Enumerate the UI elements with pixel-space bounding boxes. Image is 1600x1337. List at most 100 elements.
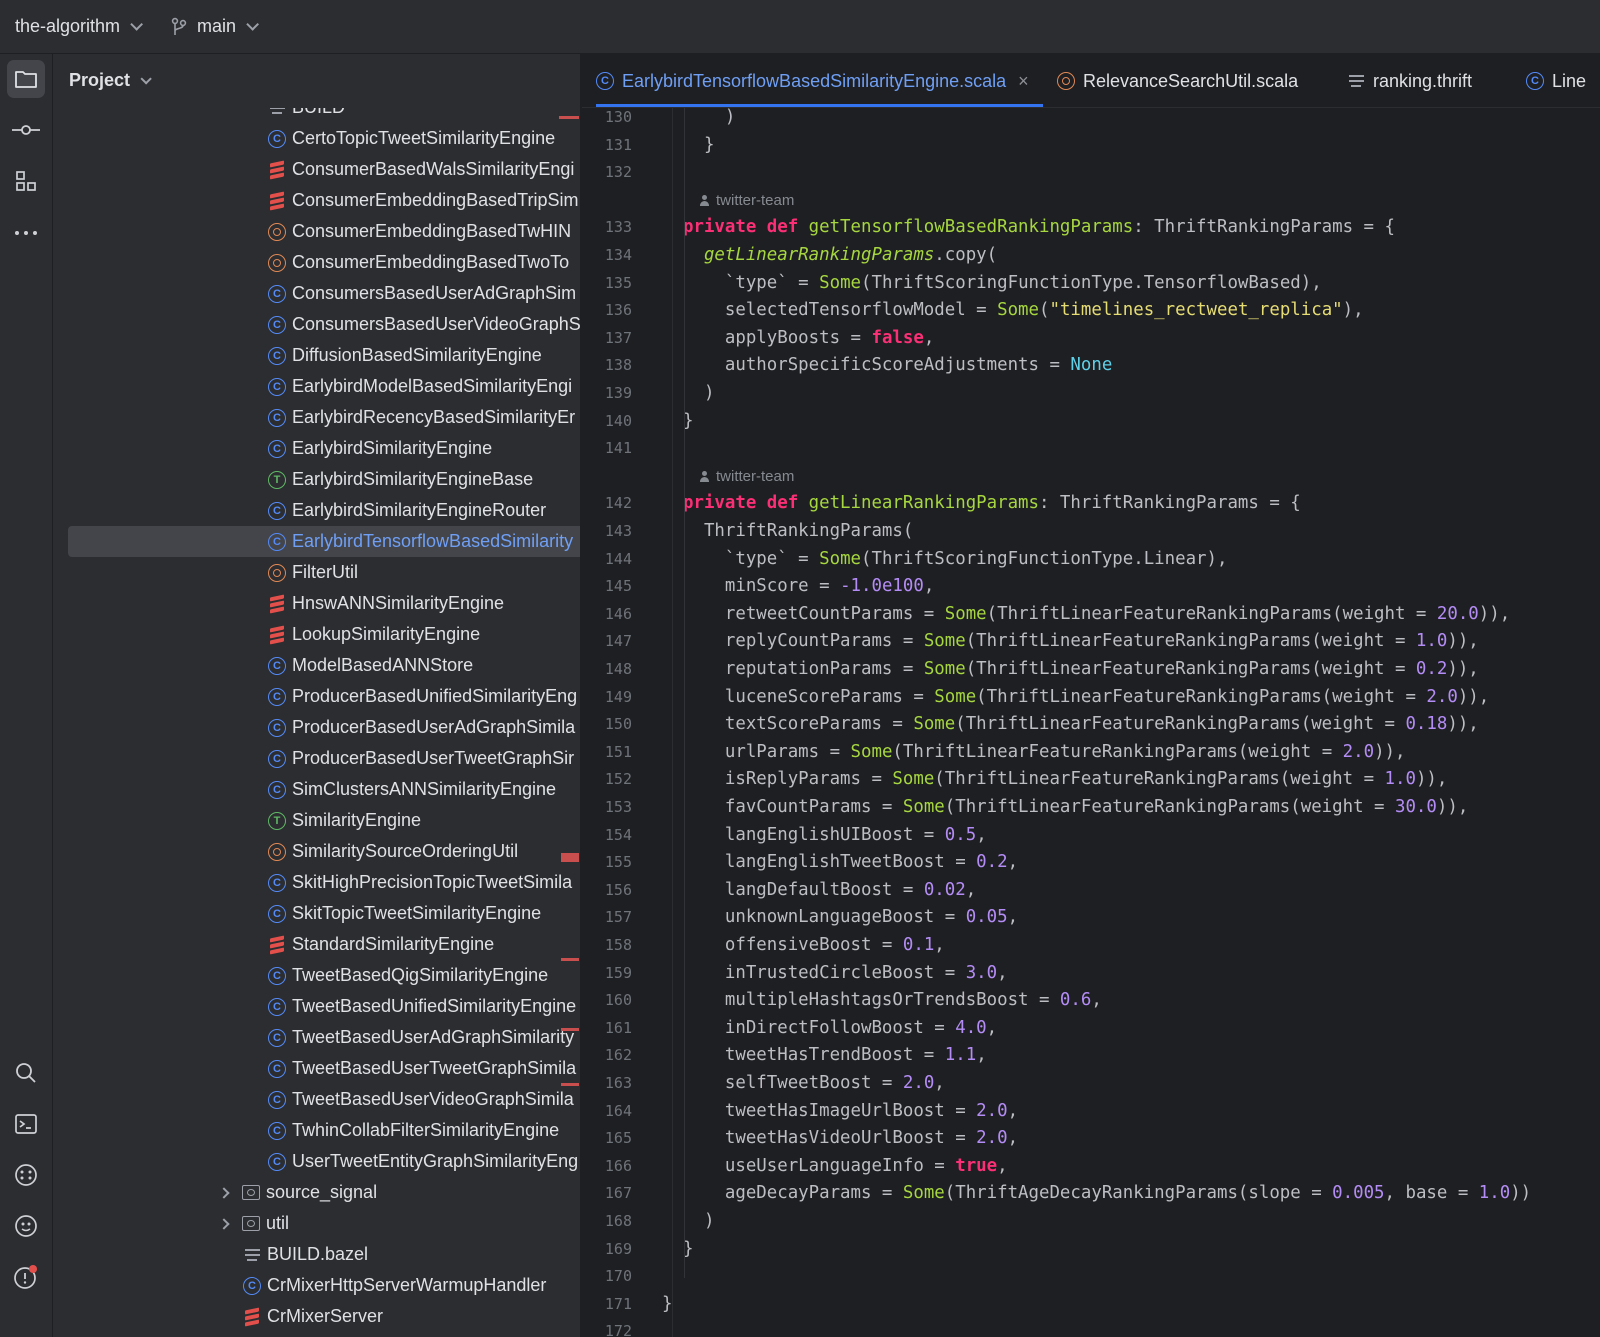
tree-item[interactable]: C EarlybirdTensorflowBasedSimilarity <box>268 526 573 557</box>
code-line[interactable]: `type` = Some(ThriftScoringFunctionType.… <box>683 546 1228 573</box>
tree-item[interactable]: C UserTweetEntityGraphSimilarityEng <box>268 1146 578 1177</box>
tree-item[interactable]: T SimilarityEngine <box>268 805 421 836</box>
tree-item[interactable]: C CertoTopicTweetSimilarityEngine <box>268 123 555 154</box>
code-line[interactable]: ) <box>683 380 714 407</box>
project-tool-button[interactable] <box>7 60 45 98</box>
code-line[interactable]: `type` = Some(ThriftScoringFunctionType.… <box>683 270 1322 297</box>
tree-item[interactable]: C SkitTopicTweetSimilarityEngine <box>268 898 541 929</box>
code-editor[interactable]: 130 ) 131 } 132 twitter-team 133 private def … <box>582 108 1600 1337</box>
chevron-right-icon[interactable] <box>218 1186 230 1199</box>
code-line[interactable]: langEnglishUIBoost = 0.5, <box>683 822 987 849</box>
code-line[interactable]: tweetHasTrendBoost = 1.1, <box>683 1042 987 1069</box>
tree-item[interactable]: BUILD.bazel <box>243 1239 368 1270</box>
code-line[interactable]: reputationParams = Some(ThriftLinearFeat… <box>683 656 1479 683</box>
tree-item[interactable]: FilterUtil <box>268 557 358 588</box>
branch-switcher[interactable]: main <box>171 16 260 37</box>
code-line[interactable]: luceneScoreParams = Some(ThriftLinearFea… <box>683 684 1489 711</box>
tree-item[interactable]: C ConsumersBasedUserAdGraphSim <box>268 278 576 309</box>
tree-item[interactable]: C TweetBasedQigSimilarityEngine <box>268 960 548 991</box>
tree-item[interactable]: C EarlybirdSimilarityEngineRouter <box>268 495 546 526</box>
code-line[interactable]: unknownLanguageBoost = 0.05, <box>683 904 1018 931</box>
code-line[interactable]: offensiveBoost = 0.1, <box>683 932 945 959</box>
tree-item[interactable]: ConsumerBasedWalsSimilarityEngi <box>268 154 574 185</box>
code-line[interactable]: getLinearRankingParams.copy( <box>683 242 997 269</box>
tree-item[interactable]: StandardSimilarityEngine <box>268 929 494 960</box>
tree-item[interactable]: ConsumerEmbeddingBasedTripSim <box>268 185 578 216</box>
code-line[interactable]: selfTweetBoost = 2.0, <box>683 1070 945 1097</box>
code-line[interactable]: ) <box>683 108 735 131</box>
code-line[interactable]: textScoreParams = Some(ThriftLinearFeatu… <box>683 711 1479 738</box>
code-line[interactable]: tweetHasImageUrlBoost = 2.0, <box>683 1098 1018 1125</box>
code-line[interactable]: multipleHashtagsOrTrendsBoost = 0.6, <box>683 987 1102 1014</box>
plugins-tool-button[interactable] <box>7 1207 45 1245</box>
code-line[interactable]: urlParams = Some(ThriftLinearFeatureRank… <box>683 739 1406 766</box>
code-line[interactable]: minScore = -1.0e100, <box>683 573 934 600</box>
editor-tab[interactable]: ranking.thrift <box>1347 54 1472 107</box>
tree-item[interactable]: C ProducerBasedUserTweetGraphSir <box>268 743 574 774</box>
code-line[interactable]: replyCountParams = Some(ThriftLinearFeat… <box>683 628 1479 655</box>
code-line[interactable]: private def getLinearRankingParams: Thri… <box>683 490 1301 517</box>
code-line[interactable]: tweetHasVideoUrlBoost = 2.0, <box>683 1125 1018 1152</box>
tree-item[interactable]: C ConsumersBasedUserVideoGraphS <box>268 309 580 340</box>
editor-tab[interactable]: RelevanceSearchUtil.scala <box>1057 54 1298 107</box>
search-tool-button[interactable] <box>7 1054 45 1092</box>
tree-item[interactable]: T EarlybirdSimilarityEngineBase <box>268 464 533 495</box>
tree-item[interactable]: HnswANNSimilarityEngine <box>268 588 504 619</box>
more-tools-button[interactable] <box>7 214 45 252</box>
tree-item[interactable]: C DiffusionBasedSimilarityEngine <box>268 340 542 371</box>
tree-item[interactable]: C TwhinCollabFilterSimilarityEngine <box>268 1115 559 1146</box>
tree-item[interactable]: C EarlybirdRecencyBasedSimilarityEr <box>268 402 575 433</box>
code-line[interactable]: authorSpecificScoreAdjustments = None <box>683 352 1112 379</box>
tree-item[interactable]: BUILD <box>268 108 345 123</box>
code-line[interactable]: isReplyParams = Some(ThriftLinearFeature… <box>683 766 1447 793</box>
tree-item[interactable]: C SimClustersANNSimilarityEngine <box>268 774 556 805</box>
code-line[interactable]: ThriftRankingParams( <box>683 518 913 545</box>
tree-item[interactable]: C ModelBasedANNStore <box>268 650 473 681</box>
tree-item[interactable]: ConsumerEmbeddingBasedTwoTo <box>268 247 569 278</box>
services-tool-button[interactable] <box>7 1156 45 1194</box>
code-line[interactable]: applyBoosts = false, <box>683 325 934 352</box>
problems-tool-button[interactable] <box>7 1258 45 1296</box>
close-icon[interactable]: × <box>1018 71 1029 92</box>
terminal-tool-button[interactable] <box>7 1105 45 1143</box>
code-line[interactable]: } <box>683 132 714 159</box>
code-line[interactable]: retweetCountParams = Some(ThriftLinearFe… <box>683 601 1510 628</box>
chevron-right-icon[interactable] <box>218 1217 230 1230</box>
tree-item[interactable]: ConsumerEmbeddingBasedTwHIN <box>268 216 571 247</box>
tree-item[interactable]: C EarlybirdModelBasedSimilarityEngi <box>268 371 572 402</box>
code-line[interactable]: } <box>662 1291 672 1318</box>
tree-item[interactable]: LookupSimilarityEngine <box>268 619 480 650</box>
tree-item[interactable]: SimilaritySourceOrderingUtil <box>268 836 518 867</box>
tree-item[interactable]: C TweetBasedUnifiedSimilarityEngine <box>268 991 576 1022</box>
tree-item[interactable]: C TweetBasedUserVideoGraphSimila <box>268 1084 574 1115</box>
code-line[interactable]: langEnglishTweetBoost = 0.2, <box>683 849 1018 876</box>
tree-item[interactable]: C ProducerBasedUnifiedSimilarityEng <box>268 681 577 712</box>
code-line[interactable]: favCountParams = Some(ThriftLinearFeatur… <box>683 794 1468 821</box>
editor-tab[interactable]: C EarlybirdTensorflowBasedSimilarityEngin… <box>596 54 1043 107</box>
code-author-hint[interactable]: twitter-team <box>700 187 794 214</box>
tree-item[interactable]: C CrMixerHttpServerWarmupHandler <box>243 1270 546 1301</box>
code-line[interactable]: selectedTensorflowModel = Some("timeline… <box>683 297 1364 324</box>
code-line[interactable]: useUserLanguageInfo = true, <box>683 1153 1008 1180</box>
code-token: 0.5 <box>944 824 977 845</box>
tree-item[interactable]: source_signal <box>218 1177 377 1208</box>
code-line[interactable]: private def getTensorflowBasedRankingPar… <box>683 214 1395 241</box>
tree-item[interactable]: util <box>218 1208 289 1239</box>
code-line[interactable]: inTrustedCircleBoost = 3.0, <box>683 960 1008 987</box>
project-switcher[interactable]: the-algorithm <box>15 16 144 37</box>
code-line[interactable]: ageDecayParams = Some(ThriftAgeDecayRank… <box>683 1180 1531 1207</box>
structure-tool-button[interactable] <box>7 162 45 200</box>
code-line[interactable]: langDefaultBoost = 0.02, <box>683 877 976 904</box>
tree-item[interactable]: C TweetBasedUserAdGraphSimilarity <box>268 1022 574 1053</box>
code-author-hint[interactable]: twitter-team <box>700 463 794 490</box>
tree-item[interactable]: C ProducerBasedUserAdGraphSimila <box>268 712 575 743</box>
code-line[interactable]: inDirectFollowBoost = 4.0, <box>683 1015 997 1042</box>
tree-item[interactable]: CrMixerServer <box>243 1301 383 1332</box>
tree-item[interactable]: C TweetBasedUserTweetGraphSimila <box>268 1053 576 1084</box>
editor-tab[interactable]: C Line <box>1526 54 1586 107</box>
tree-item[interactable]: C EarlybirdSimilarityEngine <box>268 433 492 464</box>
code-line[interactable]: ) <box>683 1208 714 1235</box>
commit-tool-button[interactable] <box>7 111 45 149</box>
tree-item[interactable]: C SkitHighPrecisionTopicTweetSimila <box>268 867 572 898</box>
project-view-selector[interactable]: Project <box>69 70 152 91</box>
